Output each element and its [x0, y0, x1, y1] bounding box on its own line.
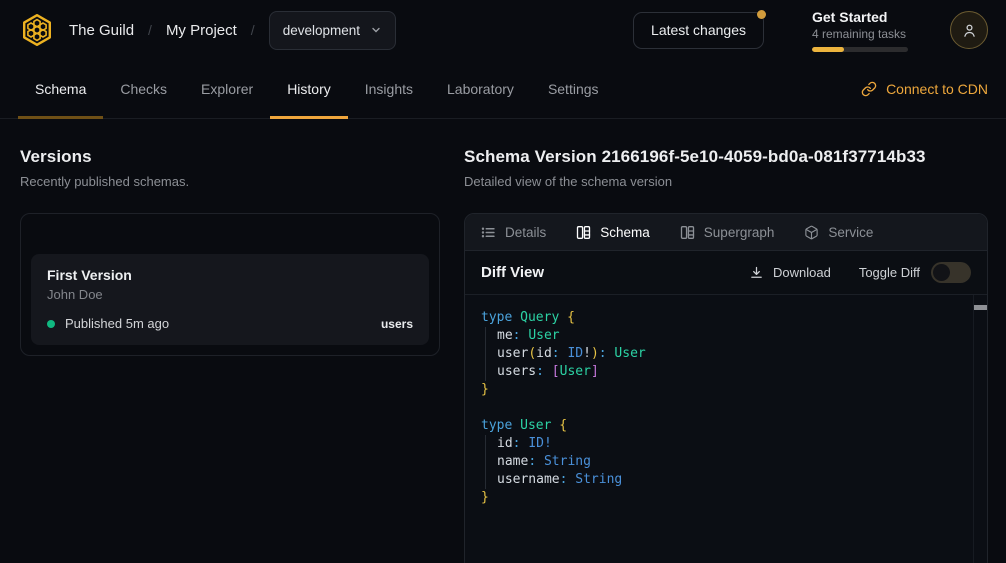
nav-tab-schema[interactable]: Schema — [18, 60, 103, 118]
main-nav: SchemaChecksExplorerHistoryInsightsLabor… — [0, 60, 1006, 119]
versions-subtitle: Recently published schemas. — [20, 174, 440, 189]
indent-guide — [485, 363, 497, 381]
detail-tab-label: Supergraph — [704, 225, 775, 240]
nav-tab-checks[interactable]: Checks — [103, 60, 184, 118]
detail-tab-label: Service — [828, 225, 873, 240]
target-selector[interactable]: development — [269, 11, 396, 50]
code-line: id: ID! — [481, 435, 967, 453]
detail-tab-label: Details — [505, 225, 546, 240]
nav-tab-history[interactable]: History — [270, 60, 348, 118]
version-card[interactable]: First Version John Doe Published 5m ago … — [31, 254, 429, 345]
indent-guide — [485, 471, 497, 489]
get-started-subtitle: 4 remaining tasks — [812, 27, 908, 41]
hive-logo-icon[interactable] — [18, 11, 56, 49]
code-line: me: User — [481, 327, 967, 345]
columns-icon — [680, 225, 695, 240]
detail-tab-details[interactable]: Details — [481, 225, 546, 240]
code-line: } — [481, 381, 967, 399]
diff-view-title: Diff View — [481, 264, 544, 281]
connect-cdn-link[interactable]: Connect to CDN — [861, 60, 988, 118]
list-icon — [481, 225, 496, 240]
toggle-diff-label: Toggle Diff — [859, 265, 920, 280]
target-selector-value: development — [283, 23, 360, 38]
header: The Guild / My Project / development Lat… — [0, 0, 1006, 60]
detail-tab-label: Schema — [600, 225, 650, 240]
indent-guide — [485, 327, 497, 345]
scrollbar-thumb[interactable] — [974, 305, 987, 310]
connect-cdn-label: Connect to CDN — [886, 81, 988, 97]
nav-tab-insights[interactable]: Insights — [348, 60, 430, 118]
indent-guide — [485, 345, 497, 363]
indent-guide — [485, 453, 497, 471]
published-status-dot — [47, 320, 55, 328]
code-line: type Query { — [481, 309, 967, 327]
get-started-progressbar — [812, 47, 908, 52]
breadcrumb-project[interactable]: My Project — [166, 22, 237, 39]
versions-title: Versions — [20, 147, 440, 167]
version-meta: Published 5m ago users — [47, 316, 413, 331]
schema-version-section: Schema Version 2166196f-5e10-4059-bd0a-0… — [464, 147, 988, 563]
switch-knob — [933, 264, 950, 281]
nav-tabs: SchemaChecksExplorerHistoryInsightsLabor… — [18, 60, 616, 118]
link-icon — [861, 81, 877, 97]
nav-tab-explorer[interactable]: Explorer — [184, 60, 270, 118]
notification-dot — [757, 10, 766, 19]
breadcrumb-separator: / — [251, 22, 255, 38]
columns-icon — [576, 225, 591, 240]
download-icon — [749, 265, 764, 280]
breadcrumb-separator: / — [148, 22, 152, 38]
user-avatar[interactable] — [950, 11, 988, 49]
service-badge: users — [381, 317, 413, 331]
code-line: user(id: ID!): User — [481, 345, 967, 363]
detail-tab-service[interactable]: Service — [804, 225, 873, 240]
download-label: Download — [773, 265, 831, 280]
code-line — [481, 399, 967, 417]
nav-tab-laboratory[interactable]: Laboratory — [430, 60, 531, 118]
code-line: type User { — [481, 417, 967, 435]
app-root: The Guild / My Project / development Lat… — [0, 0, 1006, 563]
main-content: Versions Recently published schemas. Fir… — [0, 119, 1006, 563]
breadcrumb-org[interactable]: The Guild — [69, 22, 134, 39]
version-status: Published 5m ago — [65, 316, 169, 331]
detail-tab-supergraph[interactable]: Supergraph — [680, 225, 775, 240]
code-line: } — [481, 489, 967, 507]
vertical-scrollbar[interactable] — [973, 295, 987, 563]
chevron-down-icon — [370, 24, 382, 36]
breadcrumb: The Guild / My Project / development — [69, 11, 396, 50]
detail-tab-schema[interactable]: Schema — [576, 225, 650, 240]
versions-list: First Version John Doe Published 5m ago … — [20, 213, 440, 356]
get-started-widget[interactable]: Get Started 4 remaining tasks — [812, 9, 908, 52]
toggle-diff-switch[interactable] — [931, 262, 971, 283]
nav-tab-settings[interactable]: Settings — [531, 60, 616, 118]
indent-guide — [485, 435, 497, 453]
schema-version-subtitle: Detailed view of the schema version — [464, 174, 988, 189]
code-line: username: String — [481, 471, 967, 489]
cube-icon — [804, 225, 819, 240]
progress-fill — [812, 47, 844, 52]
get-started-title: Get Started — [812, 9, 908, 25]
person-icon — [961, 22, 978, 39]
diff-toolbar: Diff View Download Toggle Diff — [465, 251, 987, 295]
version-author: John Doe — [47, 287, 413, 302]
schema-version-title: Schema Version 2166196f-5e10-4059-bd0a-0… — [464, 147, 988, 167]
code-viewer[interactable]: type Query {me: Useruser(id: ID!): Useru… — [465, 295, 987, 563]
code-line: users: [User] — [481, 363, 967, 381]
detail-tabs: Details Schema Supergraph Service — [465, 214, 987, 251]
version-name: First Version — [47, 267, 413, 283]
download-button[interactable]: Download — [749, 265, 831, 280]
code-line: name: String — [481, 453, 967, 471]
schema-version-panel: Details Schema Supergraph Service Diff View… — [464, 213, 988, 563]
versions-section: Versions Recently published schemas. Fir… — [20, 147, 440, 563]
latest-changes-button[interactable]: Latest changes — [633, 12, 764, 49]
latest-changes-label: Latest changes — [651, 22, 746, 38]
code-content: type Query {me: Useruser(id: ID!): Useru… — [481, 309, 967, 507]
